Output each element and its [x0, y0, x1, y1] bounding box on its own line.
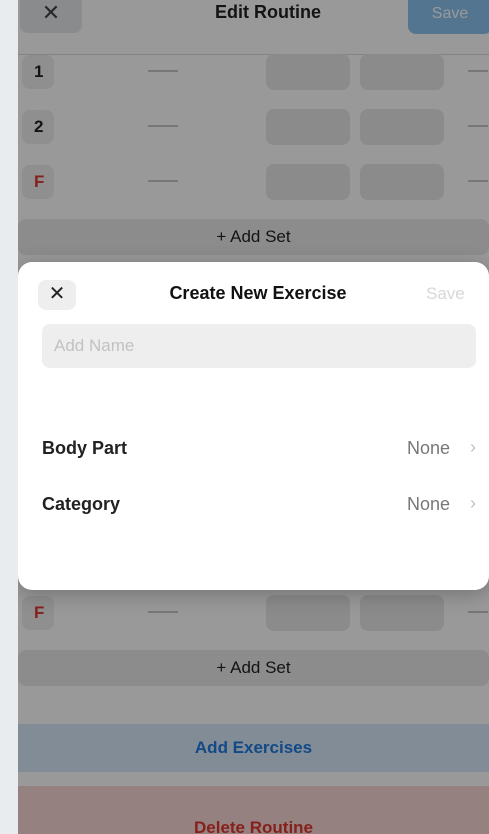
category-label: Category: [42, 494, 121, 514]
category-value: None: [406, 494, 450, 514]
exercise-name-input[interactable]: [42, 324, 476, 368]
body-part-row[interactable]: Body Part None ›: [42, 430, 476, 470]
edit-routine-screen: ✕ Edit Routine Save 1 2 F + Add Set F + …: [18, 0, 489, 834]
body-part-label: Body Part: [42, 438, 128, 458]
chevron-right-icon: ›: [470, 437, 476, 457]
save-button[interactable]: Save: [426, 284, 465, 304]
chevron-right-icon: ›: [470, 493, 476, 513]
body-part-value: None: [406, 438, 450, 458]
close-icon[interactable]: ✕: [38, 280, 76, 310]
create-exercise-modal: ✕ Create New Exercise Save Body Part Non…: [18, 262, 489, 590]
modal-title: Create New Exercise: [169, 283, 347, 303]
category-row[interactable]: Category None ›: [42, 486, 476, 526]
